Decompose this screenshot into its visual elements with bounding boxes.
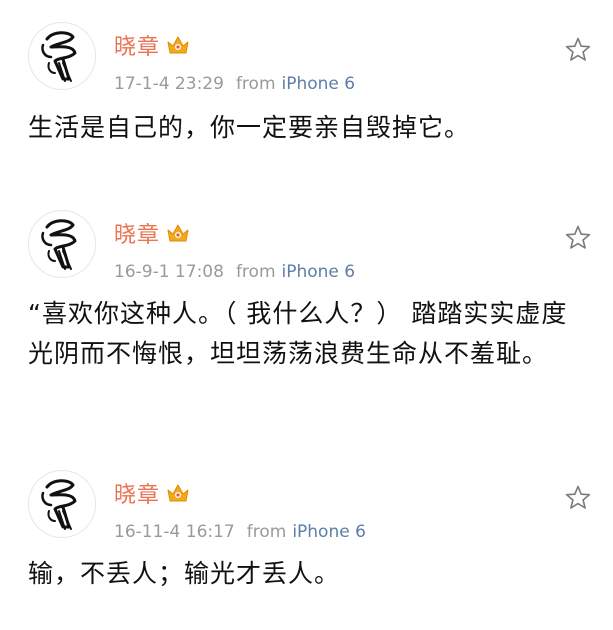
post-date: 16-9-1 17:08: [114, 262, 224, 282]
post-meta: 16-9-1 17:08 from iPhone 6: [114, 262, 355, 282]
avatar-sketch-icon[interactable]: [28, 210, 96, 278]
post-meta: 16-11-4 16:17 from iPhone 6: [114, 522, 366, 542]
star-outline-icon[interactable]: [564, 36, 592, 64]
username-row: 晓章: [114, 30, 190, 60]
star-outline-icon[interactable]: [564, 484, 592, 512]
post-text: “喜欢你这种人。（ 我什么人？） 踏踏实实虚度光阴而不悔恨，坦坦荡荡浪费生命从不…: [28, 299, 568, 368]
username-row: 晓章: [114, 218, 190, 248]
username-row: 晓章: [114, 478, 190, 508]
avatar-sketch-icon[interactable]: [28, 22, 96, 90]
star-outline-icon[interactable]: [564, 224, 592, 252]
crown-member-icon[interactable]: [166, 222, 190, 244]
post-text: 输，不丢人；输光才丢人。: [28, 559, 341, 588]
username[interactable]: 晓章: [114, 477, 160, 509]
from-label: from: [246, 522, 287, 542]
post-date: 17-1-4 23:29: [114, 74, 224, 94]
post-date: 16-11-4 16:17: [114, 522, 235, 542]
username[interactable]: 晓章: [114, 217, 160, 249]
device-link[interactable]: iPhone 6: [282, 74, 356, 94]
crown-member-icon[interactable]: [166, 482, 190, 504]
device-link[interactable]: iPhone 6: [292, 522, 366, 542]
from-label: from: [235, 74, 276, 94]
from-label: from: [235, 262, 276, 282]
username[interactable]: 晓章: [114, 29, 160, 61]
post-text: 生活是自己的，你一定要亲自毁掉它。: [28, 113, 471, 142]
avatar-sketch-icon[interactable]: [28, 470, 96, 538]
post-meta: 17-1-4 23:29 from iPhone 6: [114, 74, 355, 94]
device-link[interactable]: iPhone 6: [282, 262, 356, 282]
crown-member-icon[interactable]: [166, 34, 190, 56]
